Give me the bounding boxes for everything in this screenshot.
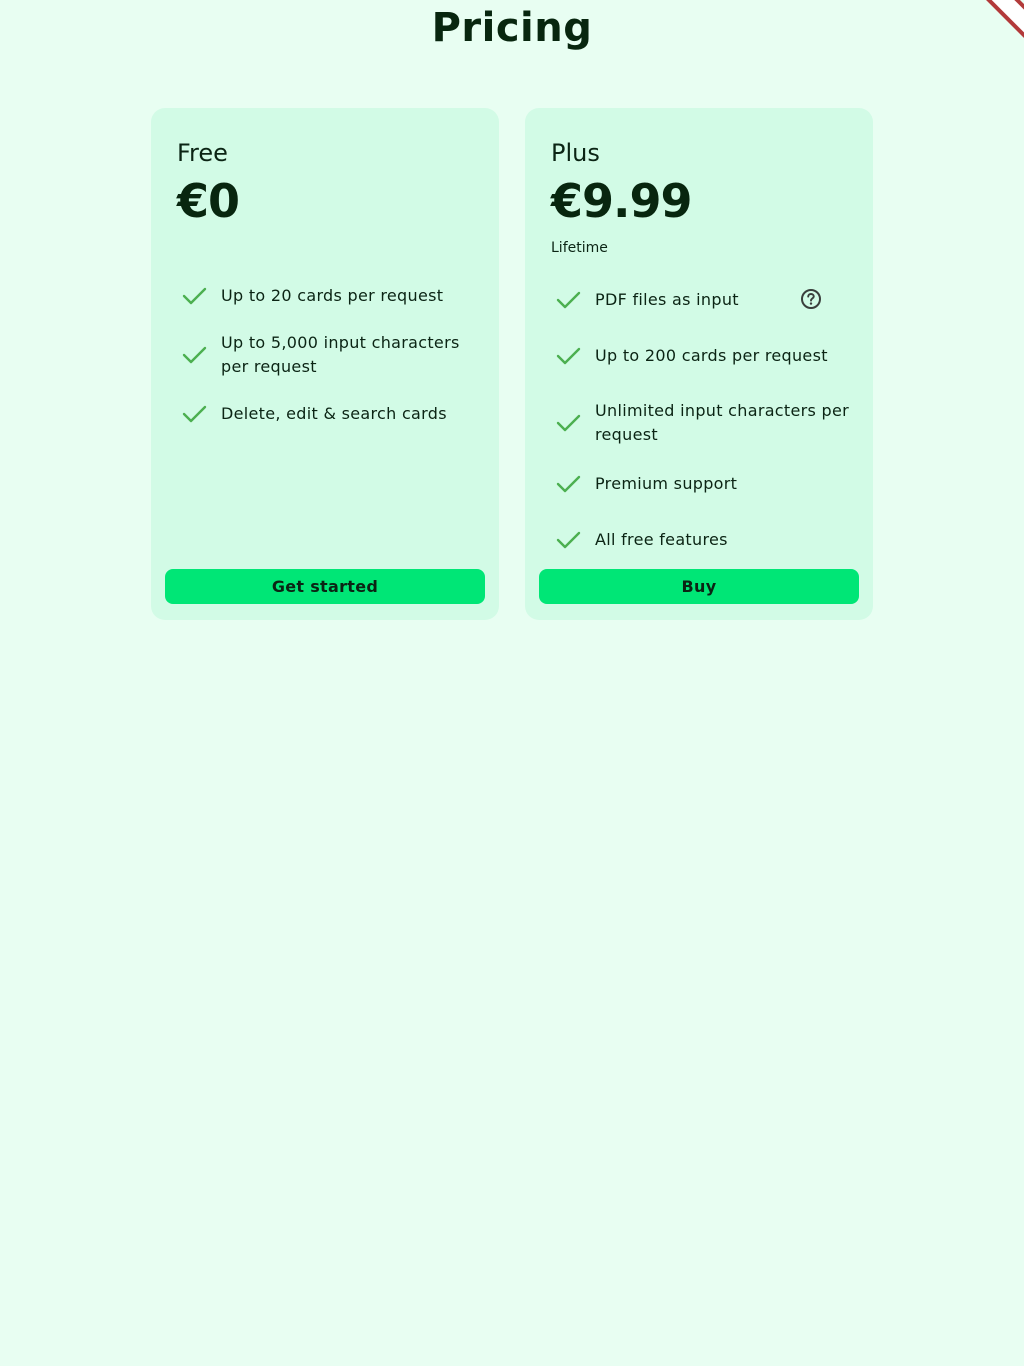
feature-item: Premium support — [551, 471, 851, 497]
check-icon — [556, 347, 581, 365]
check-icon — [182, 346, 207, 364]
plan-price: €0 — [177, 174, 240, 228]
feature-item: Up to 5,000 input characters per request — [177, 331, 477, 379]
feature-item: Delete, edit & search cards — [177, 401, 477, 427]
get-started-button[interactable]: Get started — [165, 569, 485, 604]
check-icon — [556, 475, 581, 493]
page-title: Pricing — [431, 5, 593, 51]
buy-button[interactable]: Buy — [539, 569, 859, 604]
feature-text: All free features — [595, 530, 728, 549]
help-circle-icon[interactable] — [800, 288, 822, 310]
feature-item: Up to 200 cards per request — [551, 343, 851, 369]
plan-price: €9.99 — [551, 174, 693, 228]
plan-period: Lifetime — [551, 240, 608, 256]
check-icon — [182, 287, 207, 305]
feature-text: Unlimited input characters per request — [595, 401, 849, 444]
feature-text: PDF files as input — [595, 290, 739, 309]
check-icon — [556, 414, 581, 432]
pricing-card-plus: Plus €9.99 Lifetime PDF files as input U… — [525, 108, 873, 620]
feature-text: Up to 200 cards per request — [595, 346, 828, 365]
feature-text: Delete, edit & search cards — [221, 404, 447, 423]
feature-text: Up to 5,000 input characters per request — [221, 333, 460, 376]
feature-item: All free features — [551, 527, 851, 553]
check-icon — [556, 291, 581, 309]
plan-name: Plus — [551, 139, 600, 167]
check-icon — [182, 405, 207, 423]
feature-text: Premium support — [595, 474, 738, 493]
feature-list: Up to 20 cards per request Up to 5,000 i… — [177, 283, 477, 449]
pricing-card-free: Free €0 Up to 20 cards per request Up to… — [151, 108, 499, 620]
feature-item: Up to 20 cards per request — [177, 283, 477, 309]
feature-item: Unlimited input characters per request — [551, 399, 851, 447]
plan-name: Free — [177, 139, 228, 167]
feature-list: PDF files as input Up to 200 cards per r… — [551, 287, 851, 583]
feature-text: Up to 20 cards per request — [221, 286, 444, 305]
feature-item: PDF files as input — [551, 287, 851, 313]
check-icon — [556, 531, 581, 549]
